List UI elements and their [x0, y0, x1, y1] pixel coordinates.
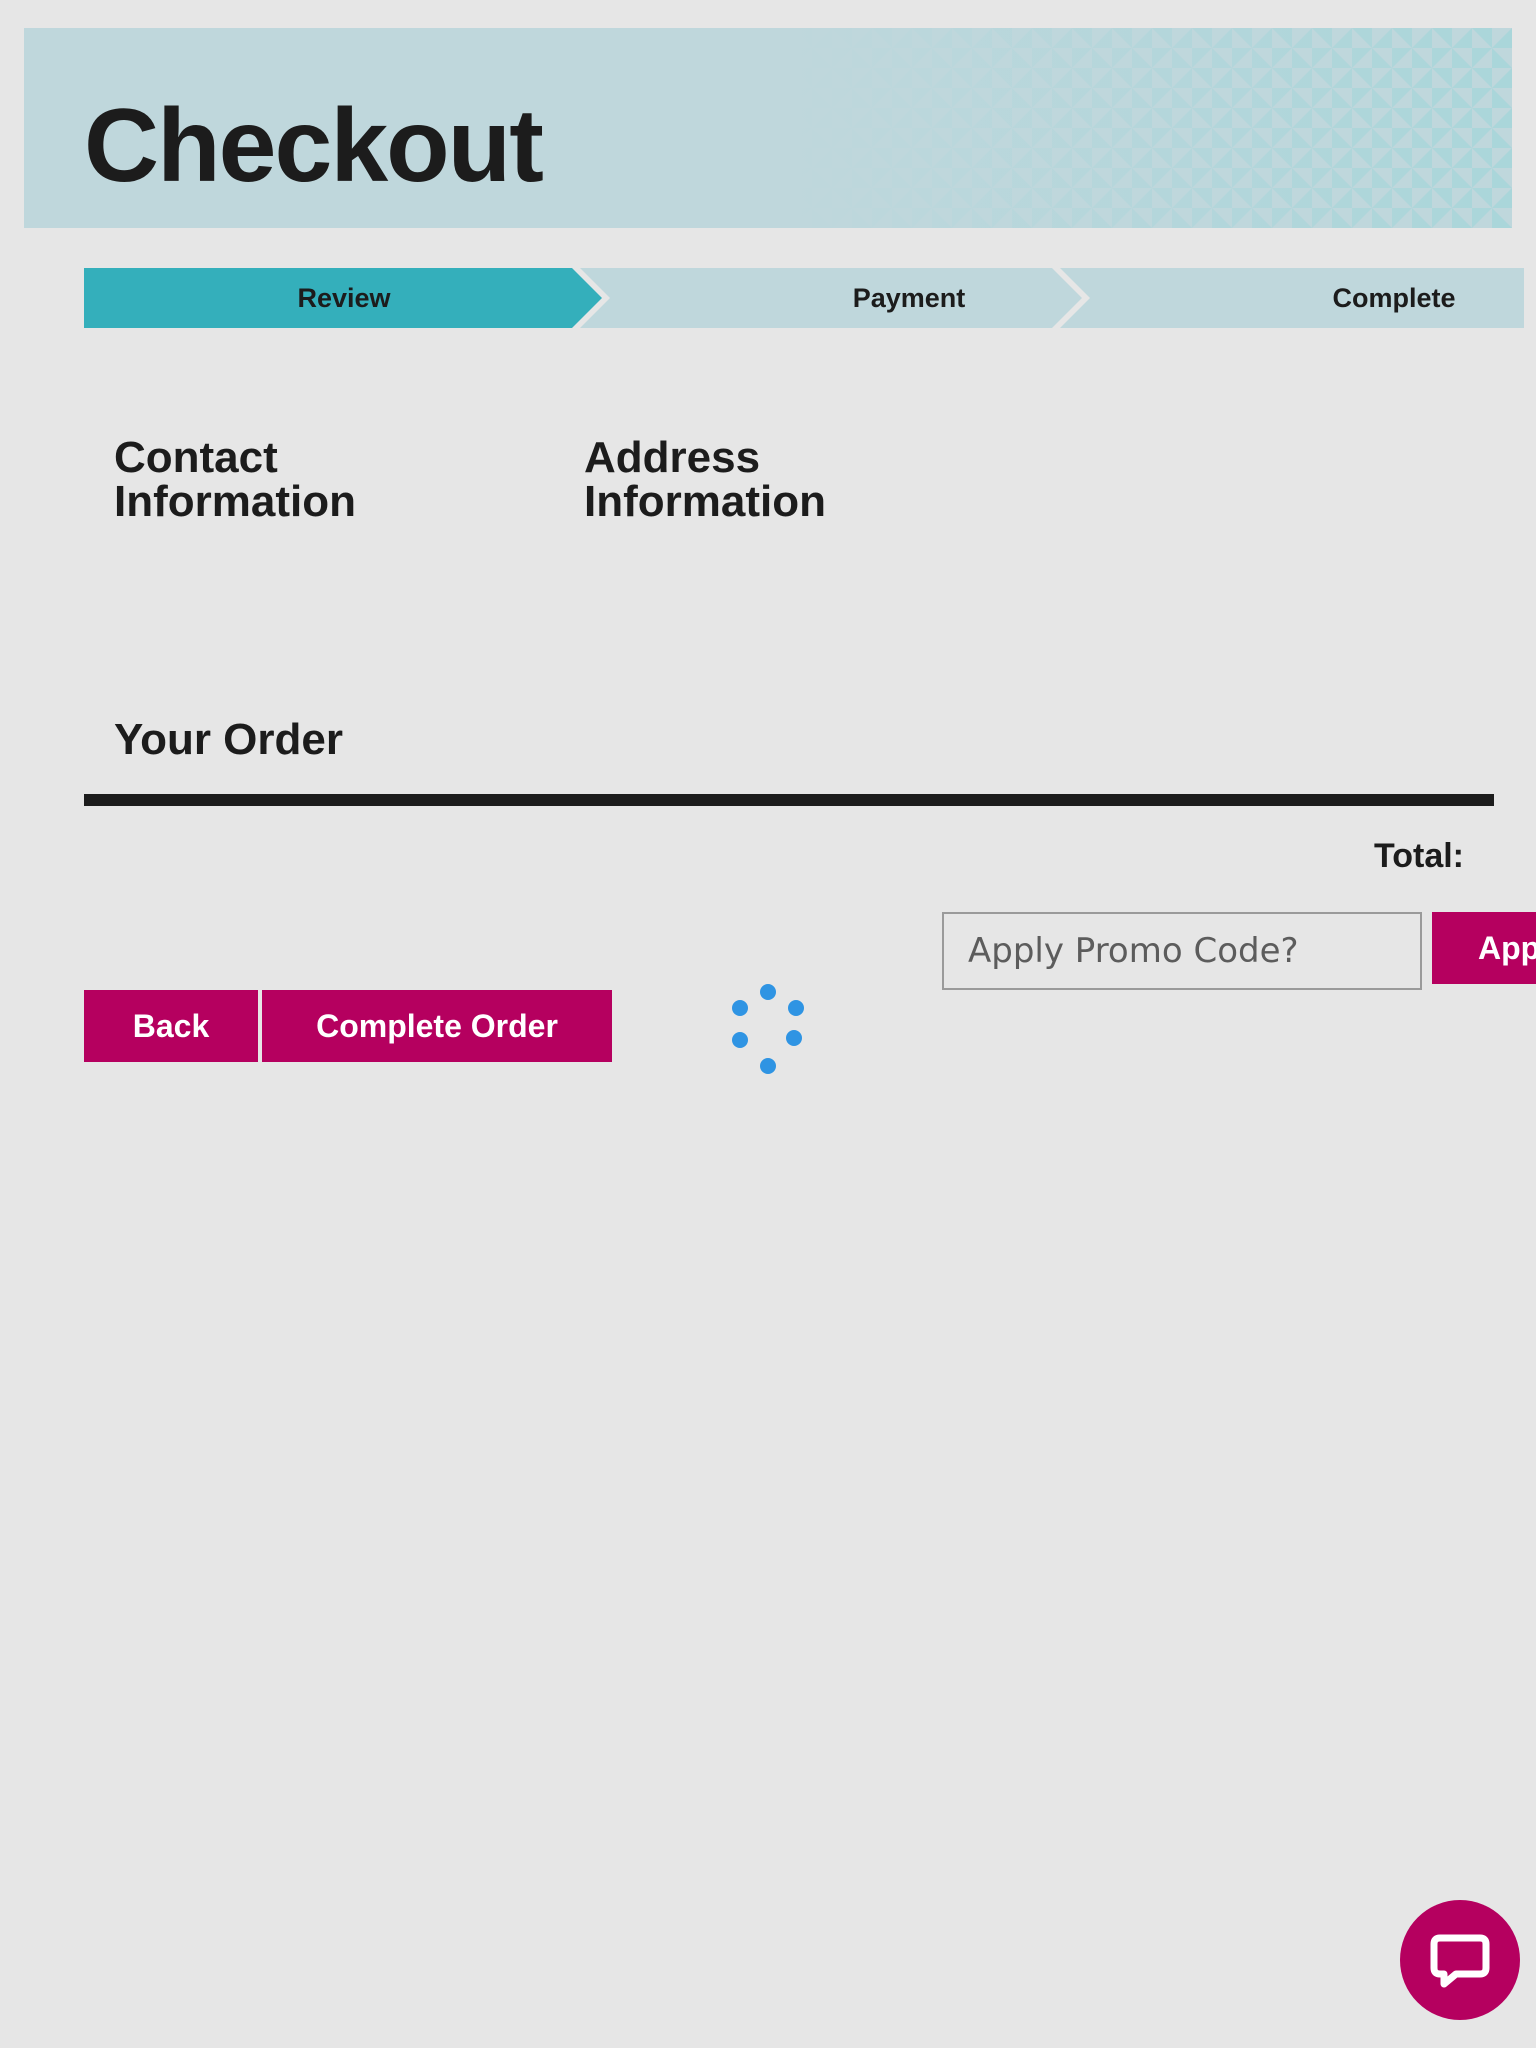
chat-bubble-icon	[1430, 1934, 1490, 1988]
step-review[interactable]: Review	[84, 268, 604, 328]
checkout-steps: Review Payment Complete	[84, 268, 1524, 328]
address-heading-line2: Information	[584, 477, 826, 526]
page-title: Checkout	[84, 88, 544, 204]
address-information-heading: Address Information	[584, 436, 826, 524]
checkout-banner: Checkout	[24, 28, 1512, 228]
checkout-page: Checkout Review Payment Complete Contact…	[0, 0, 1536, 2048]
loading-spinner-icon	[728, 982, 808, 1078]
order-total-label: Total:	[1373, 837, 1464, 875]
contact-heading-line1: Contact	[114, 433, 278, 482]
promo-code-input[interactable]	[942, 912, 1422, 990]
chat-button[interactable]	[1400, 1900, 1520, 2020]
banner-pattern	[792, 28, 1512, 228]
contact-information-heading: Contact Information	[114, 436, 356, 524]
back-button[interactable]: Back	[84, 990, 258, 1062]
contact-heading-line2: Information	[114, 477, 356, 526]
order-divider	[84, 794, 1494, 806]
your-order-heading: Your Order	[114, 715, 344, 764]
apply-promo-button[interactable]: Apply	[1432, 912, 1536, 984]
step-complete[interactable]: Complete	[1094, 268, 1536, 328]
address-heading-line1: Address	[584, 433, 761, 482]
complete-order-button[interactable]: Complete Order	[262, 990, 612, 1062]
